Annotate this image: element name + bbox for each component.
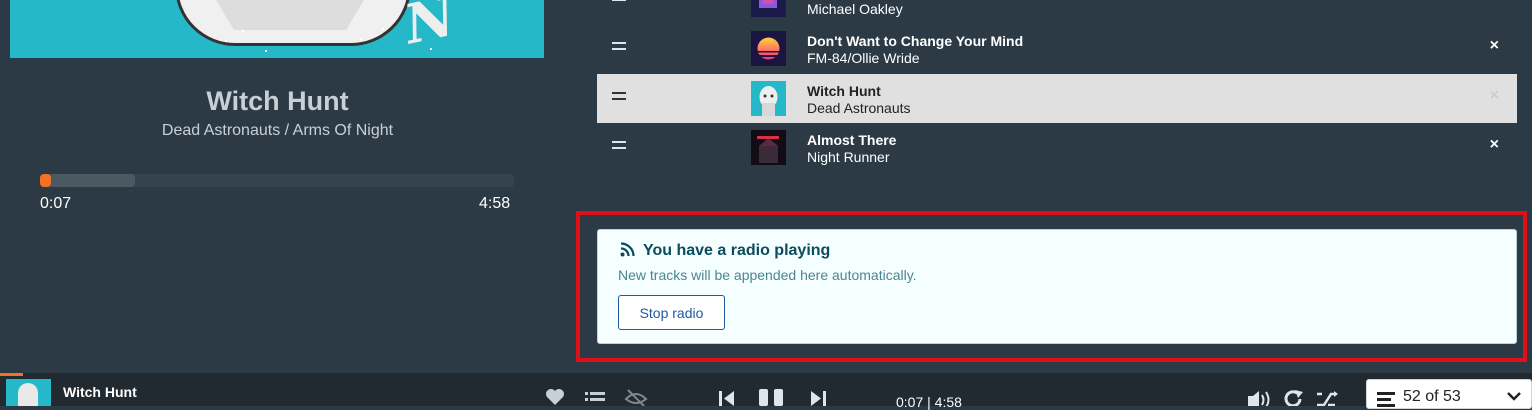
queue-item-active[interactable]: Witch Hunt Dead Astronauts ×: [597, 74, 1517, 123]
drag-handle-icon[interactable]: [612, 141, 626, 153]
seek-bar[interactable]: [40, 174, 514, 187]
chevron-down-icon: [1507, 392, 1521, 401]
track-thumbnail: [751, 130, 786, 165]
repeat-icon[interactable]: [1282, 390, 1304, 406]
queue-item[interactable]: Don't Want to Change Your Mind FM-84/Oll…: [597, 24, 1517, 73]
drag-handle-icon[interactable]: [612, 42, 626, 54]
player-bar-title[interactable]: Witch Hunt: [63, 384, 137, 400]
seek-bar-fill: [40, 174, 52, 187]
radio-notice-heading-text: You have a radio playing: [643, 242, 831, 259]
radio-notice: You have a radio playing New tracks will…: [597, 229, 1517, 344]
next-track-icon[interactable]: [808, 389, 828, 406]
queue-item-title: Don't Want to Change Your Mind: [807, 33, 1024, 49]
queue-item-title: Witch Hunt: [807, 83, 881, 99]
rss-icon: [620, 242, 635, 257]
queue-item-artist: FM-84/Ollie Wride: [807, 50, 920, 66]
queue-item-artist: Dead Astronauts: [807, 100, 911, 116]
queue-item[interactable]: Almost There Night Runner ×: [597, 123, 1517, 172]
queue-item-title: Almost There: [807, 132, 897, 148]
stop-radio-button[interactable]: Stop radio: [618, 295, 725, 330]
volume-icon[interactable]: [1246, 391, 1272, 406]
track-thumbnail: [751, 0, 786, 17]
mini-progress: [0, 373, 23, 376]
total-time: 4:58: [479, 195, 511, 212]
radio-notice-description: New tracks will be appended here automat…: [618, 267, 917, 283]
queue-position: 52 of 53: [1403, 388, 1461, 405]
playlist-add-icon[interactable]: [585, 387, 605, 406]
queue-item[interactable]: Michael Oakley ×: [597, 0, 1517, 24]
remove-icon[interactable]: ×: [1490, 0, 1499, 6]
remove-icon[interactable]: ×: [1490, 136, 1499, 154]
hide-icon[interactable]: [624, 387, 648, 406]
heart-icon[interactable]: [545, 387, 565, 406]
shuffle-icon[interactable]: [1316, 391, 1338, 406]
remove-icon[interactable]: ×: [1490, 87, 1499, 105]
track-artist-album: Dead Astronauts / Arms Of Night: [161, 122, 394, 139]
player-bar-time: 0:07 | 4:58: [896, 394, 962, 410]
player-bar-cover[interactable]: [6, 379, 51, 406]
queue-position-dropdown[interactable]: 52 of 53: [1366, 379, 1532, 409]
track-thumbnail: [751, 81, 786, 116]
radio-notice-heading: You have a radio playing: [620, 242, 830, 260]
queue-item-artist: Michael Oakley: [807, 1, 903, 17]
drag-handle-icon[interactable]: [612, 92, 626, 104]
track-title: Witch Hunt: [206, 86, 349, 116]
now-playing-panel: N Witch Hunt Dead Astronauts / Arms Of N…: [0, 0, 555, 373]
player-bar: Witch Hunt 0:07 | 4:58 52 of 53: [0, 373, 1532, 410]
drag-handle-icon[interactable]: [612, 0, 626, 5]
queue-item-artist: Night Runner: [807, 149, 890, 165]
pause-icon[interactable]: [757, 387, 787, 406]
track-thumbnail: [751, 31, 786, 66]
current-time: 0:07: [40, 195, 72, 212]
remove-icon[interactable]: ×: [1490, 37, 1499, 55]
previous-track-icon[interactable]: [717, 389, 737, 406]
album-cover: N: [10, 0, 544, 58]
